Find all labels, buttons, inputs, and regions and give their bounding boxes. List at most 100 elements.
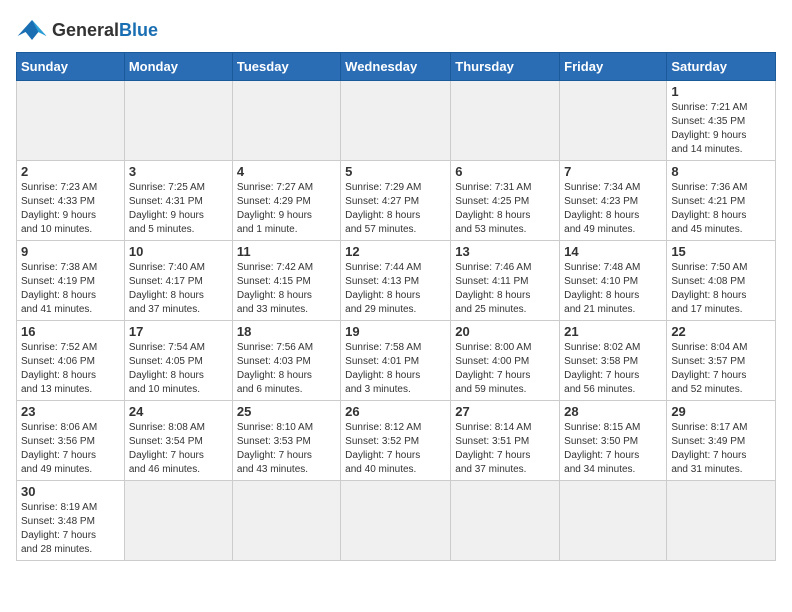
day-header-sunday: Sunday [17,53,125,81]
calendar-cell: 15 Sunrise: 7:50 AM Sunset: 4:08 PM Dayli… [667,241,776,321]
calendar-table: SundayMondayTuesdayWednesdayThursdayFrid… [16,52,776,561]
day-number: 19 [345,324,446,339]
week-row-5: 30Sunrise: 8:19 AM Sunset: 3:48 PM Dayli… [17,481,776,561]
day-info: Sunrise: 8:08 AM Sunset: 3:54 PM Dayligh… [129,421,228,477]
day-info: Sunrise: 7:25 AM Sunset: 4:31 PM Dayligh… [129,181,228,237]
calendar-cell [560,481,667,561]
day-number: 8 [671,164,771,179]
calendar-cell: 16 Sunrise: 7:52 AM Sunset: 4:06 PM Dayli… [17,321,125,401]
day-info: Sunrise: 7:44 AM Sunset: 4:13 PM Dayligh… [345,261,446,317]
day-number: 26 [345,404,446,419]
day-number: 9 [21,244,120,259]
day-info: Sunrise: 7:56 AM Sunset: 4:03 PM Dayligh… [237,341,336,397]
day-number: 4 [237,164,336,179]
day-number: 21 [564,324,662,339]
day-number: 15 [671,244,771,259]
calendar-cell: 2Sunrise: 7:23 AM Sunset: 4:33 PM Daylig… [17,161,125,241]
day-info: Sunrise: 7:42 AM Sunset: 4:15 PM Dayligh… [237,261,336,317]
week-row-3: 16 Sunrise: 7:52 AM Sunset: 4:06 PM Dayli… [17,321,776,401]
logo: GeneralBlue [16,16,158,44]
day-header-monday: Monday [124,53,232,81]
day-number: 6 [455,164,555,179]
calendar-cell: 22 Sunrise: 8:04 AM Sunset: 3:57 PM Dayli… [667,321,776,401]
week-row-4: 23Sunrise: 8:06 AM Sunset: 3:56 PM Dayli… [17,401,776,481]
calendar-cell: 7 Sunrise: 7:34 AM Sunset: 4:23 PM Daylig… [560,161,667,241]
day-info: Sunrise: 8:04 AM Sunset: 3:57 PM Dayligh… [671,341,771,397]
calendar-cell [341,81,451,161]
calendar-cell [17,81,125,161]
week-row-0: 1Sunrise: 7:21 AM Sunset: 4:35 PM Daylig… [17,81,776,161]
calendar-cell: 10Sunrise: 7:40 AM Sunset: 4:17 PM Dayli… [124,241,232,321]
week-row-2: 9 Sunrise: 7:38 AM Sunset: 4:19 PM Daylig… [17,241,776,321]
day-number: 14 [564,244,662,259]
calendar-cell: 12 Sunrise: 7:44 AM Sunset: 4:13 PM Dayli… [341,241,451,321]
day-number: 5 [345,164,446,179]
day-info: Sunrise: 7:54 AM Sunset: 4:05 PM Dayligh… [129,341,228,397]
calendar-cell: 30Sunrise: 8:19 AM Sunset: 3:48 PM Dayli… [17,481,125,561]
day-info: Sunrise: 7:21 AM Sunset: 4:35 PM Dayligh… [671,101,771,157]
logo-icon [16,16,48,44]
day-number: 24 [129,404,228,419]
calendar-cell: 13 Sunrise: 7:46 AM Sunset: 4:11 PM Dayli… [451,241,560,321]
days-header-row: SundayMondayTuesdayWednesdayThursdayFrid… [17,53,776,81]
calendar-cell: 25Sunrise: 8:10 AM Sunset: 3:53 PM Dayli… [232,401,340,481]
calendar-cell [124,481,232,561]
calendar-cell: 26 Sunrise: 8:12 AM Sunset: 3:52 PM Dayli… [341,401,451,481]
calendar-cell: 9 Sunrise: 7:38 AM Sunset: 4:19 PM Daylig… [17,241,125,321]
week-row-1: 2Sunrise: 7:23 AM Sunset: 4:33 PM Daylig… [17,161,776,241]
calendar-cell: 11Sunrise: 7:42 AM Sunset: 4:15 PM Dayli… [232,241,340,321]
day-number: 12 [345,244,446,259]
day-info: Sunrise: 8:19 AM Sunset: 3:48 PM Dayligh… [21,501,120,557]
day-number: 2 [21,164,120,179]
day-info: Sunrise: 7:27 AM Sunset: 4:29 PM Dayligh… [237,181,336,237]
day-info: Sunrise: 7:38 AM Sunset: 4:19 PM Dayligh… [21,261,120,317]
page-container: GeneralBlue SundayMondayTuesdayWednesday… [16,16,776,561]
calendar-cell: 19 Sunrise: 7:58 AM Sunset: 4:01 PM Dayli… [341,321,451,401]
day-info: Sunrise: 7:52 AM Sunset: 4:06 PM Dayligh… [21,341,120,397]
calendar-cell [451,481,560,561]
calendar-cell: 27 Sunrise: 8:14 AM Sunset: 3:51 PM Dayli… [451,401,560,481]
day-number: 22 [671,324,771,339]
calendar-cell [124,81,232,161]
day-info: Sunrise: 7:34 AM Sunset: 4:23 PM Dayligh… [564,181,662,237]
day-number: 16 [21,324,120,339]
day-info: Sunrise: 8:06 AM Sunset: 3:56 PM Dayligh… [21,421,120,477]
calendar-cell: 3 Sunrise: 7:25 AM Sunset: 4:31 PM Daylig… [124,161,232,241]
day-info: Sunrise: 8:15 AM Sunset: 3:50 PM Dayligh… [564,421,662,477]
day-number: 7 [564,164,662,179]
day-header-tuesday: Tuesday [232,53,340,81]
calendar-cell [451,81,560,161]
calendar-cell: 29 Sunrise: 8:17 AM Sunset: 3:49 PM Dayli… [667,401,776,481]
day-info: Sunrise: 8:17 AM Sunset: 3:49 PM Dayligh… [671,421,771,477]
day-header-wednesday: Wednesday [341,53,451,81]
calendar-cell: 20Sunrise: 8:00 AM Sunset: 4:00 PM Dayli… [451,321,560,401]
day-info: Sunrise: 7:58 AM Sunset: 4:01 PM Dayligh… [345,341,446,397]
header: GeneralBlue [16,16,776,44]
day-number: 27 [455,404,555,419]
day-number: 18 [237,324,336,339]
day-info: Sunrise: 8:14 AM Sunset: 3:51 PM Dayligh… [455,421,555,477]
day-info: Sunrise: 7:48 AM Sunset: 4:10 PM Dayligh… [564,261,662,317]
day-number: 25 [237,404,336,419]
day-info: Sunrise: 8:00 AM Sunset: 4:00 PM Dayligh… [455,341,555,397]
calendar-cell [667,481,776,561]
calendar-cell: 23Sunrise: 8:06 AM Sunset: 3:56 PM Dayli… [17,401,125,481]
day-info: Sunrise: 8:12 AM Sunset: 3:52 PM Dayligh… [345,421,446,477]
day-header-saturday: Saturday [667,53,776,81]
day-info: Sunrise: 7:50 AM Sunset: 4:08 PM Dayligh… [671,261,771,317]
calendar-cell [341,481,451,561]
day-header-friday: Friday [560,53,667,81]
calendar-cell: 18 Sunrise: 7:56 AM Sunset: 4:03 PM Dayli… [232,321,340,401]
day-number: 17 [129,324,228,339]
day-number: 13 [455,244,555,259]
calendar-cell: 5Sunrise: 7:29 AM Sunset: 4:27 PM Daylig… [341,161,451,241]
calendar-cell: 1Sunrise: 7:21 AM Sunset: 4:35 PM Daylig… [667,81,776,161]
day-info: Sunrise: 7:46 AM Sunset: 4:11 PM Dayligh… [455,261,555,317]
day-info: Sunrise: 7:36 AM Sunset: 4:21 PM Dayligh… [671,181,771,237]
calendar-cell: 6Sunrise: 7:31 AM Sunset: 4:25 PM Daylig… [451,161,560,241]
day-number: 29 [671,404,771,419]
day-header-thursday: Thursday [451,53,560,81]
calendar-cell: 24 Sunrise: 8:08 AM Sunset: 3:54 PM Dayli… [124,401,232,481]
day-number: 3 [129,164,228,179]
day-number: 10 [129,244,228,259]
